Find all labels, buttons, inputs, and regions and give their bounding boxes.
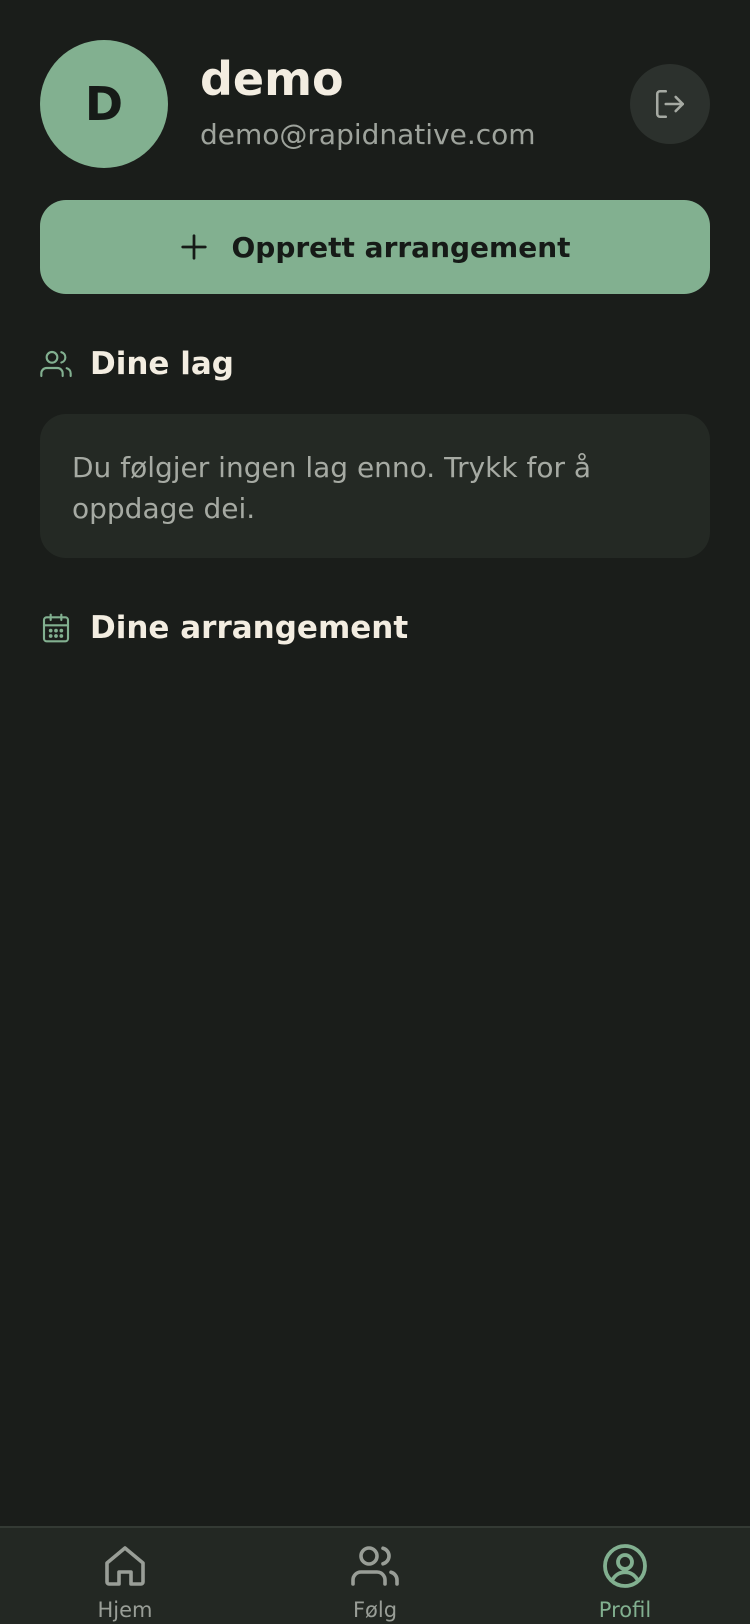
events-section-heading: Dine arrangement <box>40 610 408 646</box>
tab-follow-label: Følg <box>352 1598 398 1622</box>
events-section-title: Dine arrangement <box>90 610 409 646</box>
users-icon <box>351 1542 399 1590</box>
plus-icon <box>179 232 209 262</box>
user-name: demo <box>200 52 344 106</box>
tab-follow[interactable]: Følg <box>305 1542 445 1622</box>
user-circle-icon <box>601 1542 649 1590</box>
create-event-button[interactable]: Opprett arrangement <box>40 200 710 294</box>
logout-icon <box>653 87 687 121</box>
tab-profile[interactable]: Profil <box>555 1542 695 1622</box>
create-event-label: Opprett arrangement <box>231 230 571 264</box>
home-icon <box>101 1542 149 1590</box>
avatar: D <box>40 40 168 168</box>
logout-button[interactable] <box>630 64 710 144</box>
tab-bar: Hjem Følg Profil <box>0 1526 750 1624</box>
profile-header: D demo demo@rapidnative.com <box>40 40 710 168</box>
calendar-icon <box>40 612 72 644</box>
teams-empty-card[interactable]: Du følgjer ingen lag enno. Trykk for å o… <box>40 414 710 558</box>
user-email: demo@rapidnative.com <box>200 118 536 151</box>
tab-profile-label: Profil <box>598 1598 652 1622</box>
tab-home[interactable]: Hjem <box>55 1542 195 1622</box>
users-icon <box>40 348 72 380</box>
teams-empty-text: Du følgjer ingen lag enno. Trykk for å o… <box>72 451 592 525</box>
teams-section-heading: Dine lag <box>40 346 234 382</box>
tab-home-label: Hjem <box>97 1598 153 1622</box>
teams-section-title: Dine lag <box>90 346 234 382</box>
